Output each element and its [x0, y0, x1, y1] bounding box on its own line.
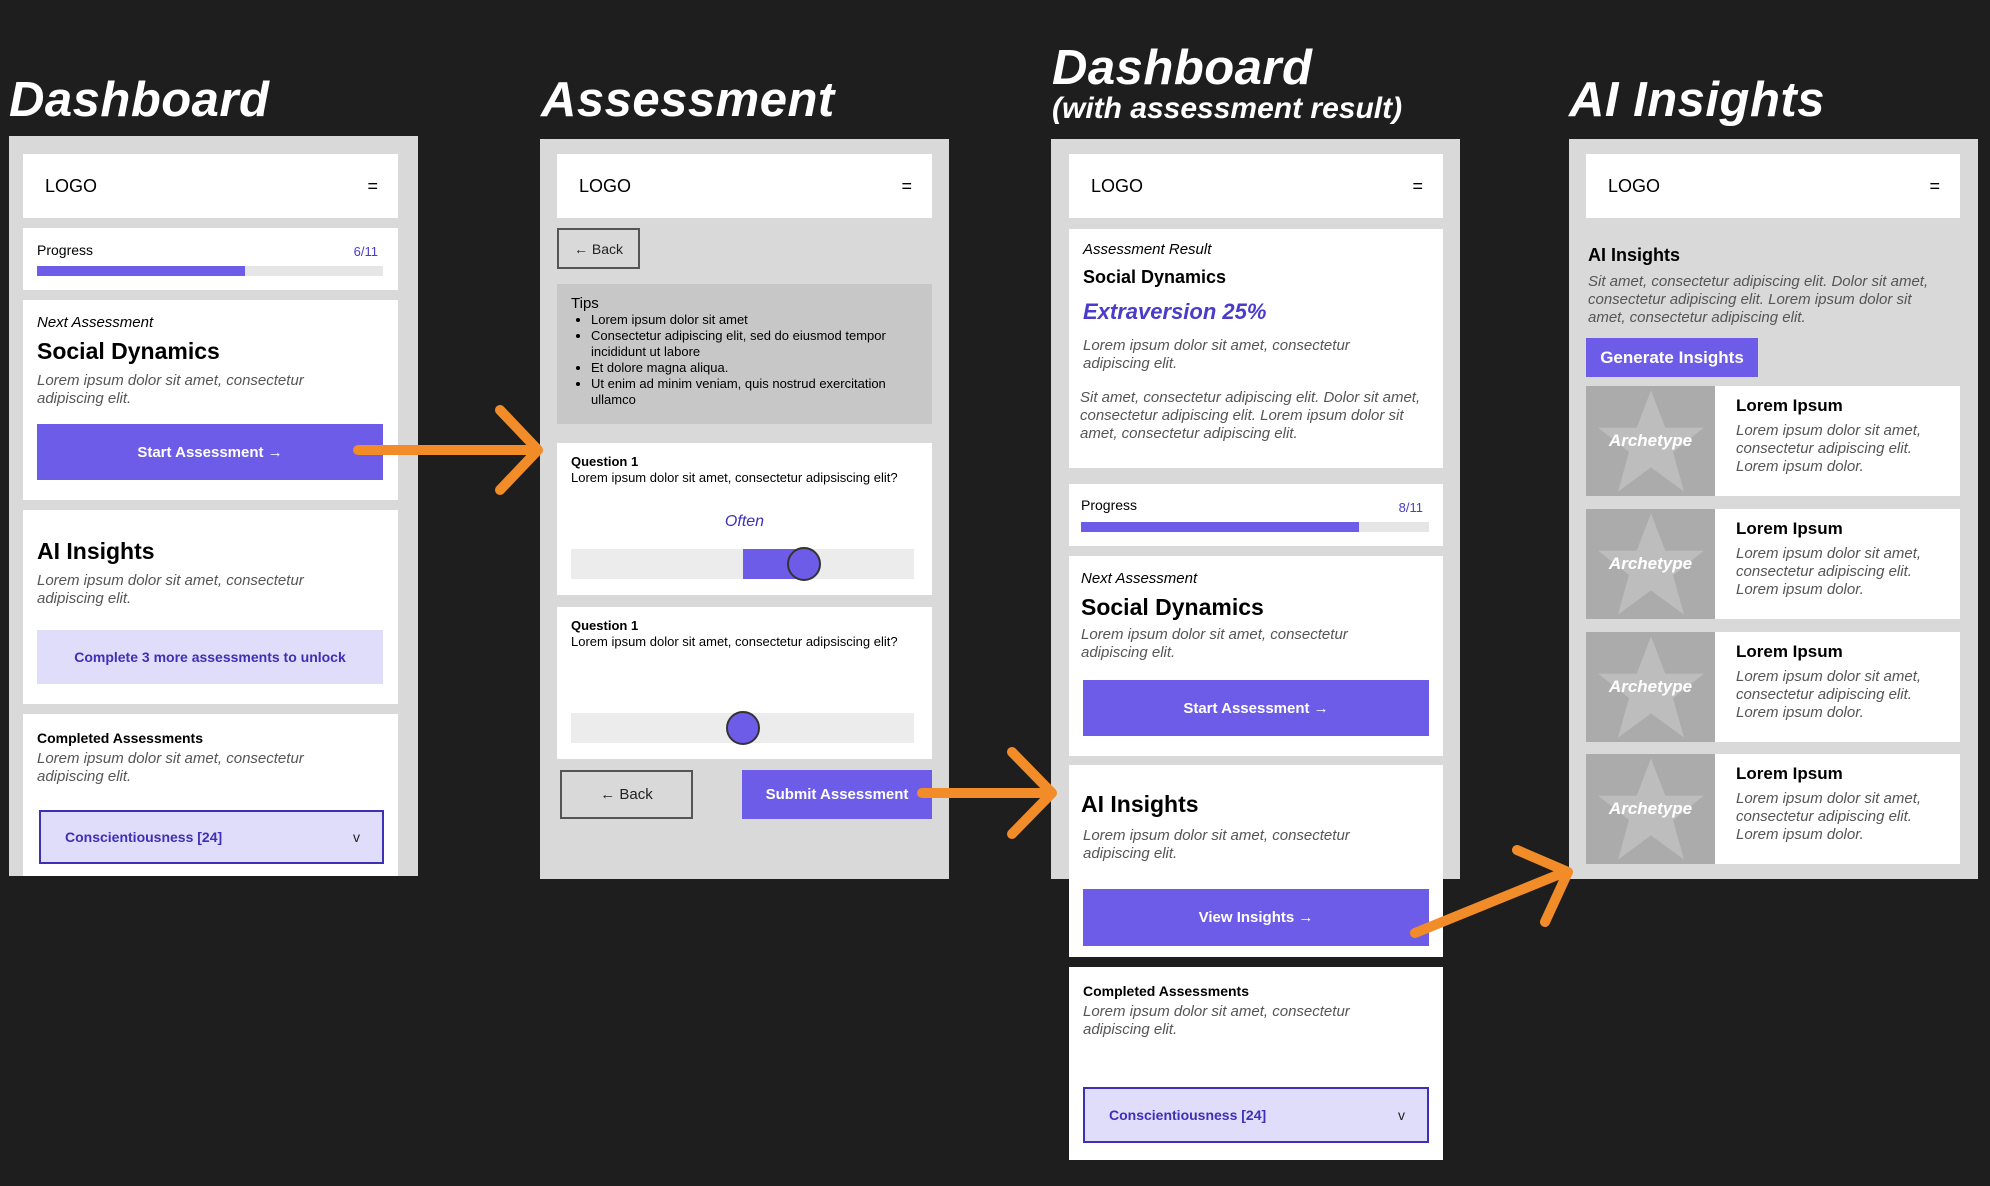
- flow-arrows: [353, 405, 1573, 938]
- arrow-icon: [1410, 845, 1573, 938]
- arrow-icon: [917, 747, 1057, 839]
- arrow-icon: [353, 405, 543, 495]
